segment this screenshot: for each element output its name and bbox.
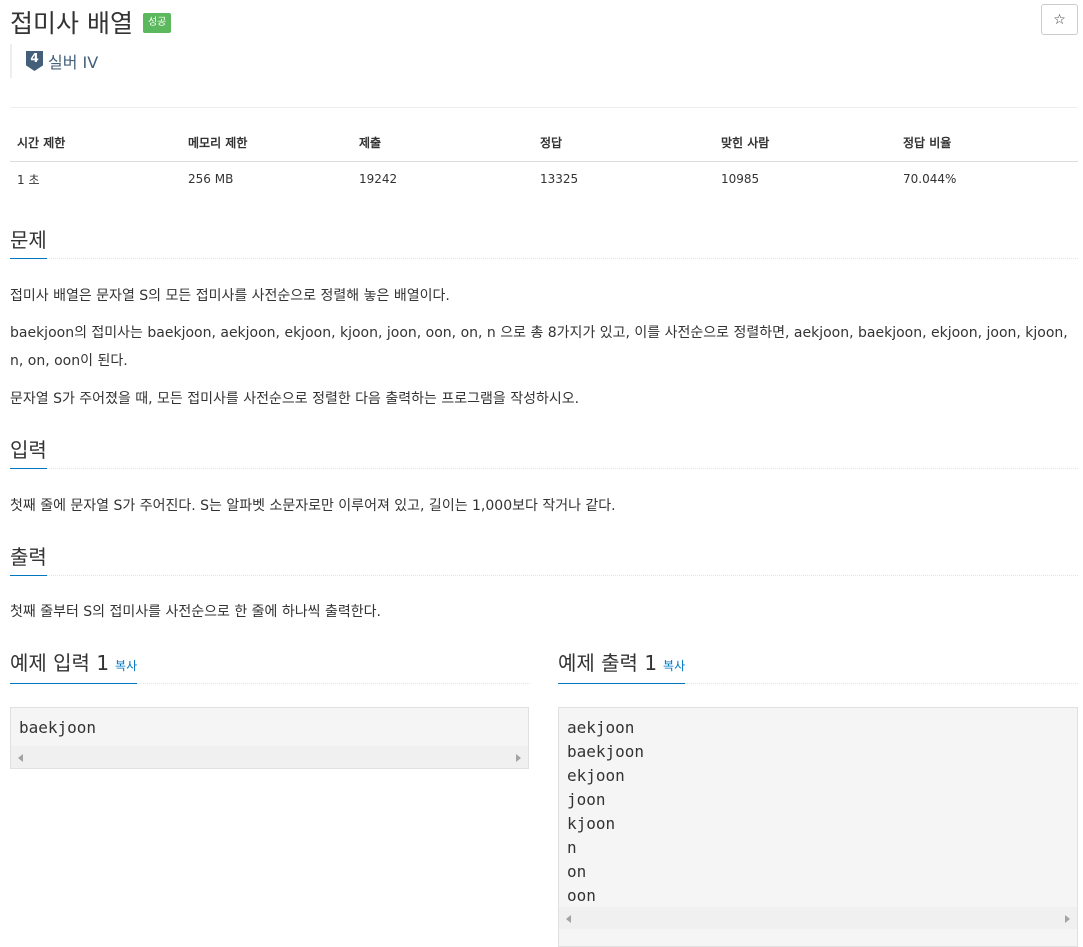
cell-time-limit: 1 초 bbox=[17, 172, 40, 187]
sample-output-heading: 예제 출력 1 복사 bbox=[558, 652, 686, 684]
scroll-right-icon[interactable] bbox=[516, 754, 521, 762]
cell-submissions: 19242 bbox=[359, 172, 398, 187]
scroll-left-icon[interactable] bbox=[18, 754, 23, 762]
sample-output-line: baekjoon bbox=[567, 742, 645, 761]
sample-output-line: oon bbox=[567, 886, 596, 905]
cell-accepted: 13325 bbox=[540, 172, 579, 187]
sample-input-box[interactable]: baekjoon bbox=[10, 707, 529, 769]
page-title: 접미사 배열 bbox=[10, 9, 133, 38]
cell-accept-ratio: 70.044% bbox=[903, 172, 957, 187]
header-memory-limit: 메모리 제한 bbox=[181, 125, 352, 162]
header-time-limit: 시간 제한 bbox=[10, 125, 181, 162]
horizontal-scrollbar[interactable] bbox=[559, 907, 1077, 929]
header-accepted: 정답 bbox=[533, 125, 714, 162]
sample-output-line: kjoon bbox=[567, 814, 616, 833]
tier-icon: 4 bbox=[26, 51, 43, 71]
input-section-header: 입력 bbox=[10, 433, 1078, 469]
sample-output-header: 예제 출력 1 복사 bbox=[558, 648, 1078, 684]
cell-memory-limit: 256 MB bbox=[188, 172, 234, 187]
scroll-left-icon[interactable] bbox=[566, 915, 571, 923]
horizontal-scrollbar[interactable] bbox=[11, 746, 528, 768]
input-heading: 입력 bbox=[10, 439, 47, 469]
description-paragraph-3: 문자열 S가 주어졌을 때, 모든 접미사를 사전순으로 정렬한 다음 출력하는… bbox=[10, 391, 580, 407]
sample-output-line: n bbox=[567, 838, 577, 857]
description-paragraph-1: 접미사 배열은 문자열 S의 모든 접미사를 사전순으로 정렬해 놓은 배열이다… bbox=[10, 288, 450, 304]
sample-output-line: on bbox=[567, 862, 587, 881]
scroll-right-icon[interactable] bbox=[1065, 915, 1070, 923]
output-heading: 출력 bbox=[10, 546, 47, 576]
star-icon: ☆ bbox=[1053, 11, 1066, 28]
output-paragraph: 첫째 줄부터 S의 접미사를 사전순으로 한 줄에 하나씩 출력한다. bbox=[10, 604, 381, 620]
sample-output-line: joon bbox=[567, 790, 606, 809]
output-section-header: 출력 bbox=[10, 540, 1078, 576]
header-solved-users: 맞힌 사람 bbox=[714, 125, 896, 162]
description-heading: 문제 bbox=[10, 229, 47, 259]
input-paragraph: 첫째 줄에 문자열 S가 주어진다. S는 알파벳 소문자로만 이루어져 있고,… bbox=[10, 498, 616, 514]
description-section-header: 문제 bbox=[10, 223, 1078, 259]
tier-row: 4 실버 IV bbox=[10, 44, 98, 78]
tier-label: 실버 IV bbox=[48, 53, 99, 72]
sample-input-line: baekjoon bbox=[19, 718, 97, 737]
sample-input-header: 예제 입력 1 복사 bbox=[10, 648, 530, 684]
star-button[interactable]: ☆ bbox=[1041, 4, 1078, 35]
problem-info-table: 시간 제한 메모리 제한 제출 정답 맞힌 사람 정답 비율 1 초 256 M… bbox=[10, 125, 1078, 197]
status-badge: 성공 bbox=[142, 13, 172, 33]
sample-output-box[interactable]: aekjoon baekjoon ekjoon joon kjoon n on … bbox=[558, 707, 1078, 947]
copy-sample-input-button[interactable]: 복사 bbox=[115, 659, 137, 673]
title-row: 접미사 배열 성공 bbox=[10, 4, 172, 40]
description-paragraph-2: baekjoon의 접미사는 baekjoon, aekjoon, ekjoon… bbox=[10, 325, 1068, 369]
header-accept-ratio: 정답 비율 bbox=[896, 125, 1078, 162]
sample-output-line: aekjoon bbox=[567, 718, 635, 737]
sample-output-line: ekjoon bbox=[567, 766, 625, 785]
copy-sample-output-button[interactable]: 복사 bbox=[663, 659, 685, 673]
table-header-row: 시간 제한 메모리 제한 제출 정답 맞힌 사람 정답 비율 bbox=[10, 125, 1078, 162]
header-submissions: 제출 bbox=[352, 125, 533, 162]
divider bbox=[10, 107, 1078, 108]
table-row: 1 초 256 MB 19242 13325 10985 70.044% bbox=[10, 161, 1078, 197]
sample-input-heading: 예제 입력 1 복사 bbox=[10, 652, 138, 684]
cell-solved-users: 10985 bbox=[721, 172, 760, 187]
